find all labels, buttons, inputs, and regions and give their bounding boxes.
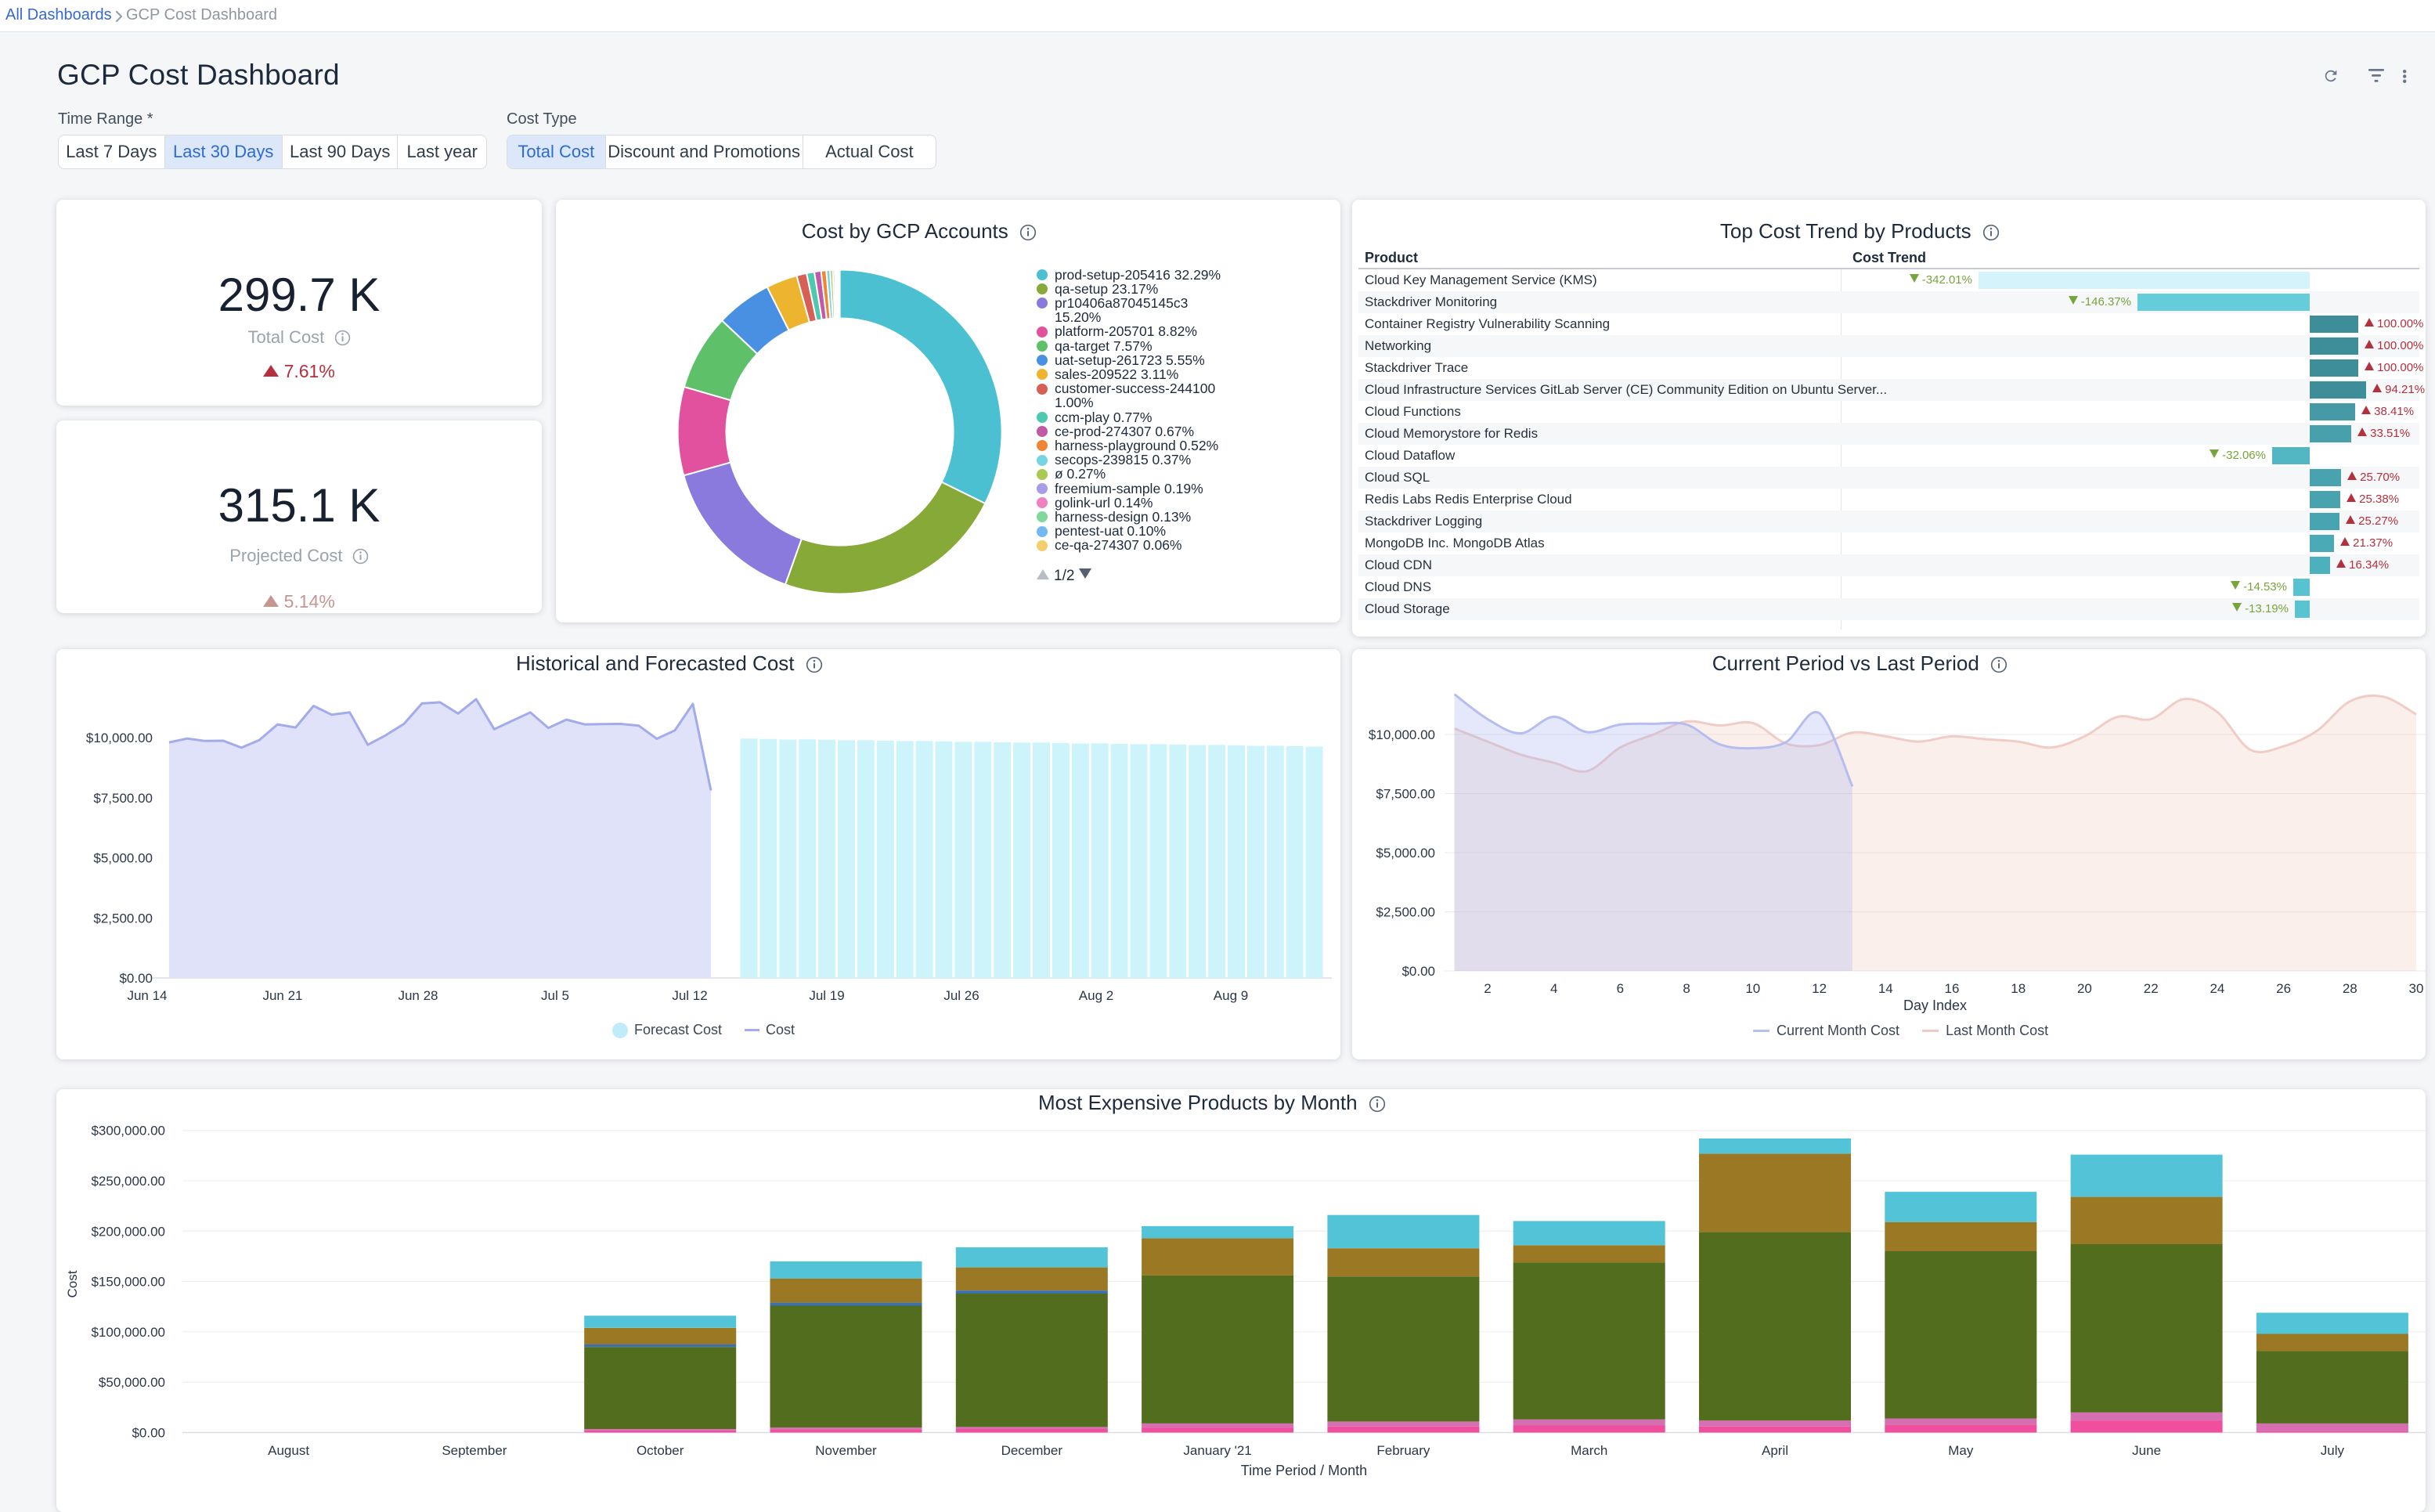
svg-text:24: 24 — [2210, 981, 2224, 996]
svg-text:8: 8 — [1683, 981, 1690, 996]
svg-text:February: February — [1376, 1443, 1430, 1458]
svg-text:Jun 21: Jun 21 — [262, 988, 302, 1003]
svg-text:Jul 19: Jul 19 — [809, 988, 844, 1003]
svg-text:$5,000.00: $5,000.00 — [93, 851, 153, 866]
svg-text:Jun 14: Jun 14 — [127, 988, 167, 1003]
svg-text:$100,000.00: $100,000.00 — [91, 1325, 165, 1340]
svg-text:Day Index: Day Index — [1903, 998, 1967, 1013]
svg-text:20: 20 — [2077, 981, 2092, 996]
svg-text:$0.00: $0.00 — [1401, 964, 1435, 979]
svg-text:Jul 12: Jul 12 — [672, 988, 707, 1003]
svg-text:Time Period / Month: Time Period / Month — [1241, 1463, 1367, 1478]
svg-text:Jul 5: Jul 5 — [541, 988, 569, 1003]
svg-text:18: 18 — [2011, 981, 2026, 996]
svg-text:$50,000.00: $50,000.00 — [99, 1375, 165, 1390]
svg-text:November: November — [815, 1443, 877, 1458]
svg-text:4: 4 — [1550, 981, 1557, 996]
svg-text:Aug 2: Aug 2 — [1079, 988, 1113, 1003]
svg-text:Cost: Cost — [65, 1270, 80, 1297]
svg-text:$0.00: $0.00 — [132, 1426, 165, 1441]
svg-text:March: March — [1571, 1443, 1607, 1458]
svg-text:October: October — [637, 1443, 684, 1458]
svg-text:22: 22 — [2144, 981, 2159, 996]
svg-text:April: April — [1762, 1443, 1788, 1458]
svg-text:28: 28 — [2343, 981, 2357, 996]
svg-text:14: 14 — [1878, 981, 1893, 996]
svg-text:June: June — [2132, 1443, 2161, 1458]
svg-text:6: 6 — [1617, 981, 1624, 996]
svg-text:2: 2 — [1484, 981, 1491, 996]
svg-text:Jul 26: Jul 26 — [943, 988, 979, 1003]
svg-text:May: May — [1948, 1443, 1974, 1458]
svg-text:January '21: January '21 — [1183, 1443, 1251, 1458]
svg-text:August: August — [268, 1443, 309, 1458]
svg-text:Aug 9: Aug 9 — [1214, 988, 1248, 1003]
svg-text:26: 26 — [2276, 981, 2291, 996]
svg-text:$5,000.00: $5,000.00 — [1376, 846, 1435, 861]
svg-text:$7,500.00: $7,500.00 — [1376, 787, 1435, 802]
svg-text:Jun 28: Jun 28 — [398, 988, 438, 1003]
svg-text:$250,000.00: $250,000.00 — [91, 1174, 165, 1189]
svg-text:$2,500.00: $2,500.00 — [93, 911, 153, 926]
svg-text:$10,000.00: $10,000.00 — [1369, 727, 1435, 742]
svg-text:September: September — [442, 1443, 507, 1458]
svg-text:July: July — [2321, 1443, 2345, 1458]
svg-text:December: December — [1001, 1443, 1063, 1458]
svg-text:16: 16 — [1945, 981, 1960, 996]
svg-text:$300,000.00: $300,000.00 — [91, 1124, 165, 1139]
svg-text:30: 30 — [2409, 981, 2424, 996]
svg-text:$150,000.00: $150,000.00 — [91, 1275, 165, 1290]
svg-text:12: 12 — [1812, 981, 1827, 996]
svg-text:10: 10 — [1745, 981, 1760, 996]
svg-text:$10,000.00: $10,000.00 — [86, 731, 153, 745]
svg-text:$7,500.00: $7,500.00 — [93, 791, 153, 806]
svg-text:$200,000.00: $200,000.00 — [91, 1224, 165, 1239]
svg-text:$2,500.00: $2,500.00 — [1376, 905, 1435, 920]
svg-text:$0.00: $0.00 — [119, 971, 153, 986]
